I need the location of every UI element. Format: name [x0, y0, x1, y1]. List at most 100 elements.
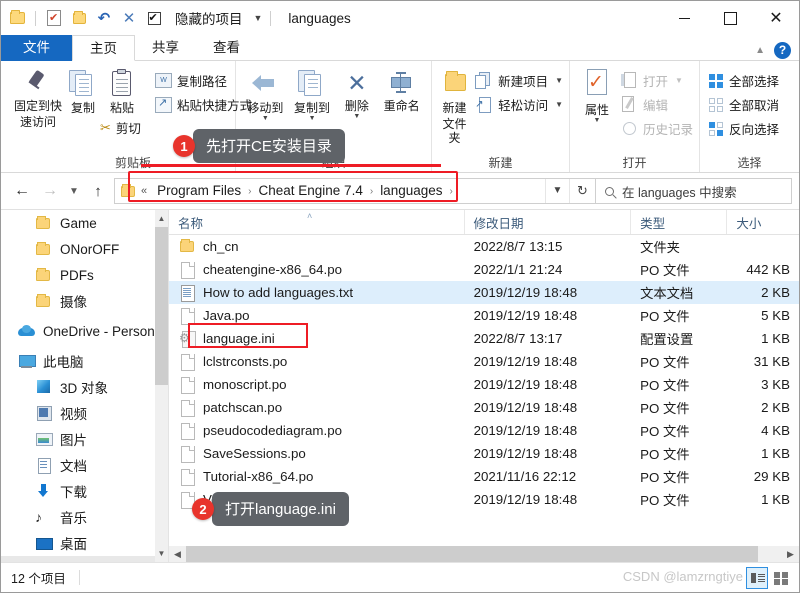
help-icon[interactable]: ?: [774, 42, 791, 59]
details-view-button[interactable]: [746, 567, 768, 589]
copy-to-dropdown-icon[interactable]: ▼: [309, 115, 316, 122]
file-date: 2022/1/1 21:24: [473, 262, 563, 277]
tab-file[interactable]: 文件: [1, 35, 72, 61]
column-header-size[interactable]: 大小: [727, 210, 799, 234]
edit-button[interactable]: 编辑: [621, 94, 693, 115]
sidebar-item-documents[interactable]: 文档: [1, 452, 168, 478]
ribbon-group-select-title: 选择: [737, 156, 762, 170]
open-dropdown-icon[interactable]: ▼: [675, 76, 683, 85]
tab-share[interactable]: 共享: [135, 35, 196, 61]
table-row[interactable]: patchscan.po 2019/12/19 18:48 PO 文件 2 KB: [169, 396, 799, 419]
scroll-thumb-horizontal[interactable]: [186, 546, 759, 562]
table-row[interactable]: Tutorial-x86_64.po 2021/11/16 22:12 PO 文…: [169, 465, 799, 488]
easy-access-button[interactable]: ↗ 轻松访问 ▼: [475, 94, 563, 115]
sidebar-item-3d-objects[interactable]: 3D 对象: [1, 374, 168, 400]
scroll-up-icon[interactable]: ▲: [155, 210, 168, 227]
column-header-date[interactable]: 修改日期: [465, 210, 632, 234]
up-button[interactable]: ↑: [84, 177, 112, 205]
recent-locations-button[interactable]: ▼: [64, 177, 84, 205]
breadcrumb-item-1[interactable]: Cheat Engine 7.4: [252, 179, 370, 203]
delete-icon[interactable]: ✕: [119, 8, 139, 28]
horizontal-scrollbar[interactable]: ◀ ▶: [169, 546, 799, 562]
sidebar-item-pdfs[interactable]: PDFs: [1, 262, 168, 288]
select-none-button[interactable]: 全部取消: [708, 94, 779, 115]
paste-icon: [107, 69, 137, 99]
navigation-scrollbar[interactable]: ▲ ▼: [155, 210, 168, 562]
copy-button[interactable]: 复制: [69, 66, 97, 115]
scroll-track-horizontal[interactable]: [186, 546, 782, 562]
select-all-button[interactable]: 全部选择: [708, 70, 779, 91]
close-button[interactable]: ✕: [753, 1, 799, 35]
new-item-dropdown-icon[interactable]: ▼: [555, 76, 563, 85]
breadcrumb-overflow-icon[interactable]: «: [141, 185, 147, 197]
folder-icon[interactable]: [7, 8, 27, 28]
breadcrumb-separator[interactable]: ›: [450, 186, 453, 197]
invert-selection-button[interactable]: 反向选择: [708, 118, 779, 139]
breadcrumb-bar[interactable]: « Program Files › Cheat Engine 7.4 › lan…: [114, 178, 596, 204]
sidebar-item-pictures[interactable]: 图片: [1, 426, 168, 452]
scroll-down-icon[interactable]: ▼: [155, 545, 168, 562]
minimize-button[interactable]: [661, 1, 707, 35]
breadcrumb-item-2[interactable]: languages: [373, 179, 449, 203]
paste-button[interactable]: 粘贴: [97, 66, 147, 115]
delete-dropdown-icon[interactable]: ▼: [353, 113, 360, 120]
collapse-ribbon-icon[interactable]: ▲: [755, 45, 765, 56]
sidebar-item-videos[interactable]: 视频: [1, 400, 168, 426]
sidebar-item-this-pc[interactable]: 此电脑: [1, 348, 168, 374]
sidebar-item-game[interactable]: Game: [1, 210, 168, 236]
breadcrumb-item-0[interactable]: Program Files: [150, 179, 248, 203]
undo-icon[interactable]: ↷: [94, 8, 114, 28]
tab-view[interactable]: 查看: [196, 35, 257, 61]
scroll-left-icon[interactable]: ◀: [169, 546, 186, 562]
move-to-button[interactable]: 移动到 ▼: [242, 66, 289, 122]
sidebar-item-camera[interactable]: 摄像: [1, 288, 168, 314]
table-row[interactable]: SaveSessions.po 2019/12/19 18:48 PO 文件 1…: [169, 442, 799, 465]
pin-to-quick-access-button[interactable]: 固定到快 速访问: [7, 66, 69, 129]
divider: [270, 10, 272, 26]
table-row[interactable]: Java.po 2019/12/19 18:48 PO 文件 5 KB: [169, 304, 799, 327]
move-to-dropdown-icon[interactable]: ▼: [262, 115, 269, 122]
new-folder-icon[interactable]: [69, 8, 89, 28]
sidebar-item-onedrive[interactable]: OneDrive - Persona: [1, 318, 168, 344]
delete-button[interactable]: ✕ 删除 ▼: [335, 66, 378, 120]
sidebar-item-music[interactable]: ♪ 音乐: [1, 504, 168, 530]
address-dropdown-icon[interactable]: ▼: [545, 179, 569, 203]
table-row[interactable]: language.ini 2022/8/7 13:17 配置设置 1 KB: [169, 327, 799, 350]
forward-button[interactable]: →: [36, 177, 64, 205]
refresh-icon[interactable]: ↻: [569, 179, 595, 203]
table-row[interactable]: monoscript.po 2019/12/19 18:48 PO 文件 3 K…: [169, 373, 799, 396]
sidebar-item-downloads[interactable]: 下载: [1, 478, 168, 504]
properties-icon[interactable]: [44, 8, 64, 28]
tab-home[interactable]: 主页: [72, 35, 135, 61]
table-row[interactable]: cheatengine-x86_64.po 2022/1/1 21:24 PO …: [169, 258, 799, 281]
rename-button[interactable]: 重命名: [378, 66, 425, 113]
sidebar-item-onoroff[interactable]: ONorOFF: [1, 236, 168, 262]
table-row[interactable]: pseudocodediagram.po 2019/12/19 18:48 PO…: [169, 419, 799, 442]
search-input[interactable]: 在 languages 中搜索: [622, 182, 737, 201]
open-button[interactable]: 打开 ▼: [620, 70, 693, 91]
table-row[interactable]: lclstrconsts.po 2019/12/19 18:48 PO 文件 3…: [169, 350, 799, 373]
properties-button[interactable]: ✓ 属性 ▼: [576, 66, 618, 124]
scroll-thumb[interactable]: [155, 227, 168, 385]
hidden-items-checkbox[interactable]: [144, 8, 164, 28]
delete-label: 删除: [344, 99, 369, 113]
cut-button[interactable]: ✂ 剪切: [97, 117, 147, 138]
column-header-type[interactable]: 类型: [631, 210, 728, 234]
table-row[interactable]: How to add languages.txt 2019/12/19 18:4…: [169, 281, 799, 304]
easy-access-dropdown-icon[interactable]: ▼: [555, 100, 563, 109]
new-item-button[interactable]: 新建项目 ▼: [475, 70, 563, 91]
maximize-button[interactable]: [707, 1, 753, 35]
history-button[interactable]: 历史记录: [621, 118, 693, 139]
chevron-down-icon[interactable]: ▼: [254, 13, 263, 23]
back-button[interactable]: ←: [8, 177, 36, 205]
properties-dropdown-icon[interactable]: ▼: [594, 117, 601, 124]
large-icons-view-button[interactable]: [770, 567, 792, 589]
scroll-track[interactable]: [155, 227, 168, 545]
column-header-name[interactable]: 名称 ˄: [169, 210, 465, 234]
copy-to-button[interactable]: 复制到 ▼: [289, 66, 336, 122]
scroll-right-icon[interactable]: ▶: [782, 546, 799, 562]
new-folder-button[interactable]: 新建 文件夹: [438, 66, 471, 145]
search-box[interactable]: 在 languages 中搜索: [596, 178, 792, 204]
table-row[interactable]: ch_cn 2022/8/7 13:15 文件夹: [169, 235, 799, 258]
sidebar-item-desktop[interactable]: 桌面: [1, 530, 168, 556]
